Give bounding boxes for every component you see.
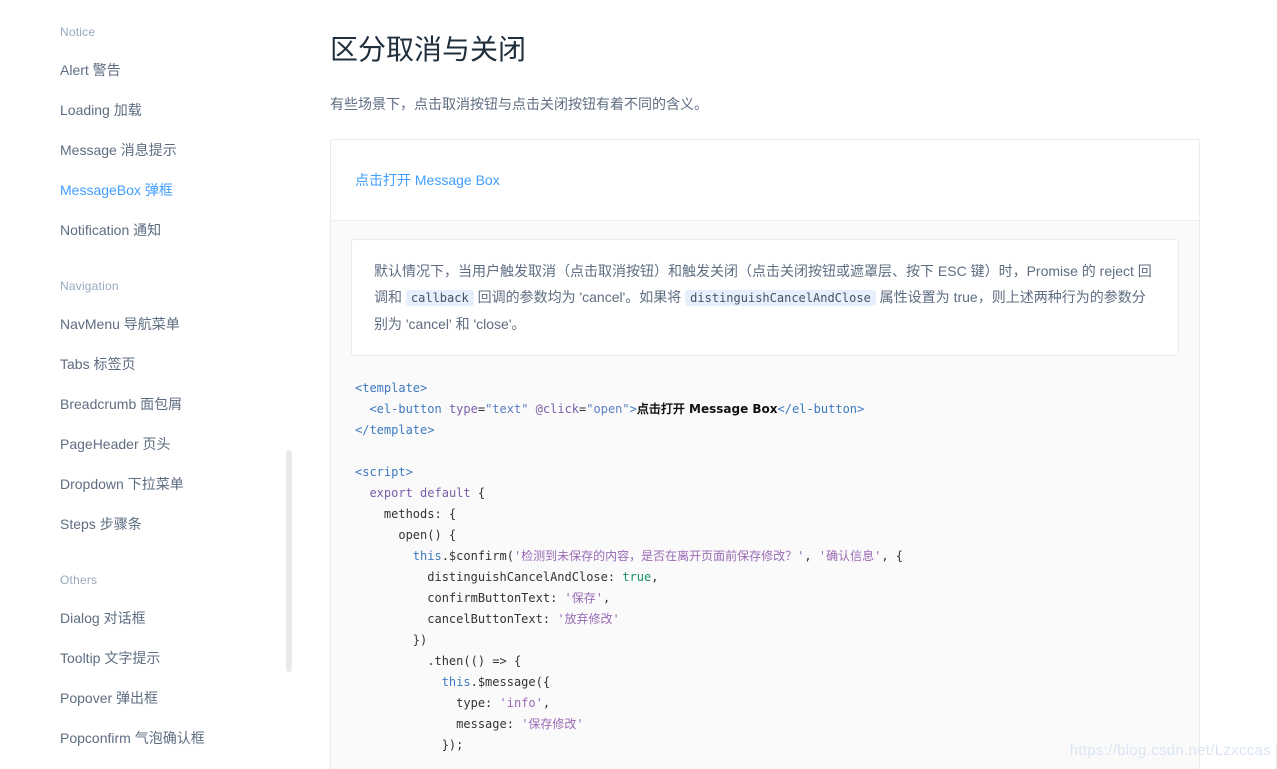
code-confirm-call: .$confirm( xyxy=(441,549,514,564)
demo-description: 默认情况下，当用户触发取消（点击取消按钮）和触发关闭（点击关闭按钮或遮罩层、按下… xyxy=(351,239,1179,357)
code-kw-export: export xyxy=(369,486,413,501)
sidebar-item-popover[interactable]: Popover 弹出框 xyxy=(0,678,300,718)
code-value-cancel-text: '放弃修改' xyxy=(557,612,620,627)
inline-code-distinguish: distinguishCancelAndClose xyxy=(685,290,876,307)
code-this-message: this xyxy=(441,675,471,690)
code-prop-type: type: xyxy=(456,696,493,711)
code-prop-confirm-text: confirmButtonText: xyxy=(427,591,558,606)
code-button-text: 点击打开 Message Box xyxy=(636,402,778,417)
inline-code-callback: callback xyxy=(405,290,474,307)
sidebar-item-steps[interactable]: Steps 步骤条 xyxy=(0,504,300,544)
code-prop-message: message: xyxy=(456,717,514,732)
code-template-open: <template> xyxy=(355,381,428,396)
sidebar-group-others: Others Dialog 对话框 Tooltip 文字提示 Popover 弹… xyxy=(0,570,300,769)
sidebar-item-alert[interactable]: Alert 警告 xyxy=(0,50,300,90)
code-attr-click-value: "open" xyxy=(586,402,630,417)
sidebar-item-card[interactable]: Card 卡片 xyxy=(0,758,300,769)
sidebar-group-notice: Notice Alert 警告 Loading 加载 Message 消息提示 … xyxy=(0,22,300,250)
code-confirm-message: '检测到未保存的内容，是否在离开页面前保存修改？' xyxy=(513,549,805,564)
code-script-open: <script> xyxy=(355,465,413,480)
sidebar: Notice Alert 警告 Loading 加载 Message 消息提示 … xyxy=(0,0,300,769)
code-prop-distinguish: distinguishCancelAndClose: xyxy=(427,570,616,585)
sidebar-item-tabs[interactable]: Tabs 标签页 xyxy=(0,344,300,384)
sidebar-group-title-notice: Notice xyxy=(60,25,96,39)
sidebar-item-dropdown[interactable]: Dropdown 下拉菜单 xyxy=(0,464,300,504)
code-confirm-title: '确认信息' xyxy=(818,549,882,564)
code-open-fn: open() { xyxy=(398,528,457,543)
page-root: Notice Alert 警告 Loading 加载 Message 消息提示 … xyxy=(0,0,1277,769)
code-template-close: </template> xyxy=(355,423,435,438)
page-description: 有些场景下，点击取消按钮与点击关闭按钮有着不同的含义。 xyxy=(330,96,708,113)
code-snippet: <template> <el-button type="text" @click… xyxy=(355,381,903,753)
sidebar-item-loading[interactable]: Loading 加载 xyxy=(0,90,300,130)
demo-meta: 默认情况下，当用户触发取消（点击取消按钮）和触发关闭（点击关闭按钮或遮罩层、按下… xyxy=(331,220,1199,769)
sidebar-item-breadcrumb[interactable]: Breadcrumb 面包屑 xyxy=(0,384,300,424)
code-then-line: .then(() => { xyxy=(355,654,522,669)
sidebar-content: Notice Alert 警告 Loading 加载 Message 消息提示 … xyxy=(0,0,300,769)
sidebar-group-title-navigation: Navigation xyxy=(60,279,119,293)
sidebar-item-dialog[interactable]: Dialog 对话框 xyxy=(0,598,300,638)
sidebar-group-navigation: Navigation NavMenu 导航菜单 Tabs 标签页 Breadcr… xyxy=(0,276,300,544)
demo-block: 点击打开 Message Box 默认情况下，当用户触发取消（点击取消按钮）和触… xyxy=(330,139,1200,769)
code-gt: > xyxy=(629,402,637,417)
code-methods-key: methods: { xyxy=(383,507,457,522)
demo-source: 点击打开 Message Box xyxy=(331,140,1199,220)
code-this-confirm: this xyxy=(412,549,442,564)
code-attr-click: @click xyxy=(535,402,580,417)
code-value-type: 'info' xyxy=(499,696,543,711)
code-message-call: .$message({ xyxy=(470,675,551,690)
demo-description-part-2: 回调的参数均为 'cancel'。如果将 xyxy=(473,289,686,306)
page-title: 区分取消与关闭 xyxy=(330,34,527,65)
sidebar-item-navmenu[interactable]: NavMenu 导航菜单 xyxy=(0,304,300,344)
code-value-message: '保存修改' xyxy=(521,717,584,732)
sidebar-item-message[interactable]: Message 消息提示 xyxy=(0,130,300,170)
main-content: 区分取消与关闭 有些场景下，点击取消按钮与点击关闭按钮有着不同的含义。 点击打开… xyxy=(300,0,1277,769)
code-attr-type: type xyxy=(448,402,478,417)
sidebar-item-popconfirm[interactable]: Popconfirm 气泡确认框 xyxy=(0,718,300,758)
code-value-true: true xyxy=(622,570,652,585)
code-end-line: }); xyxy=(355,738,464,753)
code-kw-default: default xyxy=(420,486,471,501)
sidebar-item-messagebox[interactable]: MessageBox 弹框 xyxy=(0,170,300,210)
sidebar-item-notification[interactable]: Notification 通知 xyxy=(0,210,300,250)
code-close-paren: }) xyxy=(355,633,428,648)
open-message-box-button[interactable]: 点击打开 Message Box xyxy=(355,164,500,196)
main-inner: 区分取消与关闭 有些场景下，点击取消按钮与点击关闭按钮有着不同的含义。 点击打开… xyxy=(300,0,1277,769)
code-el-button-close: </el-button> xyxy=(777,402,865,417)
sidebar-group-title-others: Others xyxy=(60,573,98,587)
sidebar-item-tooltip[interactable]: Tooltip 文字提示 xyxy=(0,638,300,678)
code-attr-type-value: "text" xyxy=(485,402,529,417)
sidebar-item-pageheader[interactable]: PageHeader 页头 xyxy=(0,424,300,464)
code-el-button-tag: <el-button xyxy=(369,402,442,417)
sidebar-scrollbar-thumb[interactable] xyxy=(286,450,292,672)
code-value-confirm-text: '保存' xyxy=(564,591,603,606)
code-prop-cancel-text: cancelButtonText: xyxy=(427,612,551,627)
